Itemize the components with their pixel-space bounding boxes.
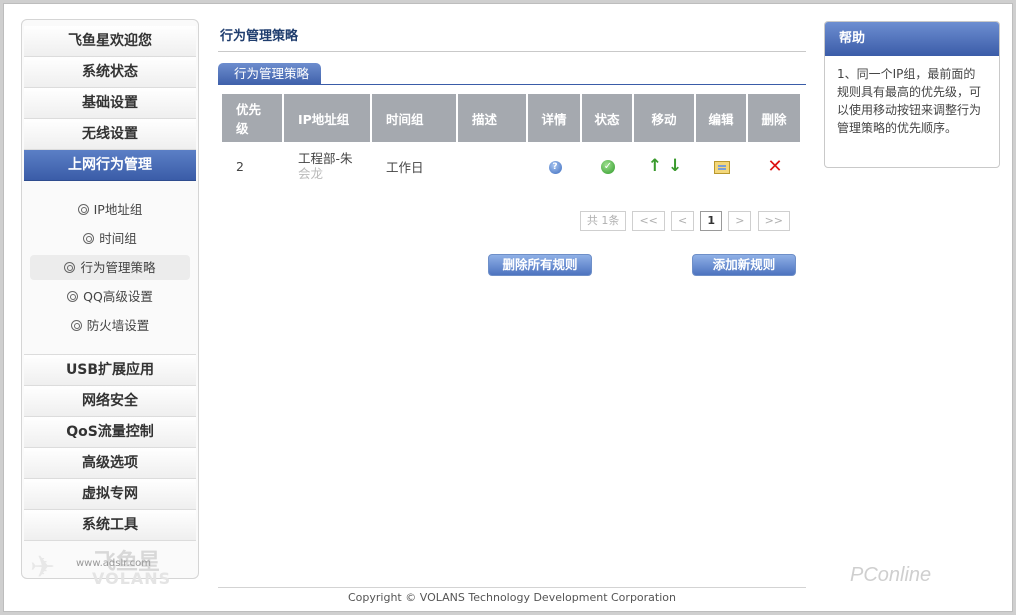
table-header-row: 优先级 IP地址组 时间组 描述 详情 状态 移动 编辑 删除 <box>222 94 802 142</box>
router-admin-window: 飞鱼星欢迎您 系统状态 基础设置 无线设置 上网行为管理 IP地址组 时间组 行… <box>3 3 1013 612</box>
menu-advanced[interactable]: 高级选项 <box>24 448 196 479</box>
policy-table: 优先级 IP地址组 时间组 描述 详情 状态 移动 编辑 删除 2 工程部-朱 … <box>222 94 802 190</box>
sidebar: 飞鱼星欢迎您 系统状态 基础设置 无线设置 上网行为管理 IP地址组 时间组 行… <box>21 19 199 579</box>
pager-first-button[interactable]: << <box>632 211 665 231</box>
col-delete: 删除 <box>748 94 802 142</box>
table-row: 2 工程部-朱 会龙 工作日 ? ✓ ↑ ↓ ✕ <box>222 142 802 190</box>
info-icon[interactable]: ? <box>548 160 562 174</box>
col-ip-group: IP地址组 <box>284 94 372 142</box>
cell-ip-group: 工程部-朱 会龙 <box>284 142 372 190</box>
tab-behavior-policy[interactable]: 行为管理策略 <box>218 63 322 85</box>
edit-icon[interactable] <box>714 160 730 174</box>
menu-system-tools[interactable]: 系统工具 <box>24 510 196 541</box>
submenu-label: 防火墙设置 <box>86 318 150 333</box>
cell-status: ✓ <box>582 142 634 190</box>
col-edit: 编辑 <box>696 94 748 142</box>
cell-edit <box>696 142 748 190</box>
bullet-icon <box>67 291 79 302</box>
submenu-time-group[interactable]: 时间组 <box>30 226 190 251</box>
col-details: 详情 <box>528 94 582 142</box>
menu-vpn[interactable]: 虚拟专网 <box>24 479 196 510</box>
cell-time-group: 工作日 <box>372 142 458 190</box>
cell-details: ? <box>528 142 582 190</box>
ip-group-name-cont: 会龙 <box>298 166 324 181</box>
bullet-icon <box>83 233 95 244</box>
move-down-icon[interactable]: ↓ <box>668 156 682 176</box>
submenu-ip-group[interactable]: IP地址组 <box>30 197 190 222</box>
move-up-icon[interactable]: ↑ <box>648 156 662 176</box>
col-status: 状态 <box>582 94 634 142</box>
col-time-group: 时间组 <box>372 94 458 142</box>
ip-group-name: 工程部-朱 <box>298 151 353 166</box>
add-rule-button[interactable]: 添加新规则 <box>692 254 796 276</box>
watermark: PConline <box>850 564 932 586</box>
delete-icon[interactable]: ✕ <box>767 156 782 177</box>
pager-total: 共 1条 <box>579 211 627 231</box>
footer-copyright: Copyright © VOLANS Technology Developmen… <box>218 587 806 604</box>
cell-delete: ✕ <box>748 142 802 190</box>
delete-all-rules-button[interactable]: 删除所有规则 <box>488 254 592 276</box>
pagination: 共 1条 << < 1 > >> <box>578 211 790 231</box>
submenu-label: 时间组 <box>99 231 137 246</box>
main-content: 行为管理策略 行为管理策略 优先级 IP地址组 时间组 描述 详情 状态 移动 … <box>218 24 806 564</box>
help-text: 1、同一个IP组，最前面的规则具有最高的优先级，可以使用移动按钮来调整行为管理策… <box>837 67 982 135</box>
help-panel: 帮助 1、同一个IP组，最前面的规则具有最高的优先级，可以使用移动按钮来调整行为… <box>824 21 1000 168</box>
menu-behavior-management[interactable]: 上网行为管理 <box>24 150 196 181</box>
tab-bar: 行为管理策略 <box>218 63 806 85</box>
cell-move: ↑ ↓ <box>634 142 696 190</box>
pager-prev-button[interactable]: < <box>671 211 695 231</box>
pager-current-page[interactable]: 1 <box>700 211 723 231</box>
logo-sub: VOLANS <box>92 569 172 588</box>
cell-description <box>458 142 528 190</box>
bullet-icon <box>64 262 76 273</box>
menu-wireless-settings[interactable]: 无线设置 <box>24 119 196 150</box>
submenu-label: 行为管理策略 <box>80 260 156 275</box>
enabled-check-icon[interactable]: ✓ <box>601 159 615 174</box>
help-title: 帮助 <box>825 22 999 56</box>
submenu-label: IP地址组 <box>93 202 143 217</box>
fish-logo-icon: ✈ <box>30 550 56 585</box>
submenu-behavior-policy[interactable]: 行为管理策略 <box>30 255 190 280</box>
menu-welcome[interactable]: 飞鱼星欢迎您 <box>24 26 196 57</box>
pager-next-button[interactable]: > <box>728 211 752 231</box>
behavior-submenu: IP地址组 时间组 行为管理策略 QQ高级设置 防火墙设置 <box>24 181 196 355</box>
submenu-firewall[interactable]: 防火墙设置 <box>30 313 190 338</box>
bullet-icon <box>70 320 82 331</box>
volans-logo: ✈ 飞鱼星 www.adslr.com VOLANS <box>26 544 186 592</box>
col-priority: 优先级 <box>222 94 284 142</box>
col-description: 描述 <box>458 94 528 142</box>
menu-system-status[interactable]: 系统状态 <box>24 57 196 88</box>
submenu-label: QQ高级设置 <box>83 289 153 304</box>
menu-qos[interactable]: QoS流量控制 <box>24 417 196 448</box>
bullet-icon <box>77 204 89 215</box>
page-title: 行为管理策略 <box>218 24 806 52</box>
pager-last-button[interactable]: >> <box>757 211 790 231</box>
col-move: 移动 <box>634 94 696 142</box>
menu-network-security[interactable]: 网络安全 <box>24 386 196 417</box>
logo-url: www.adslr.com <box>76 558 151 569</box>
submenu-qq-advanced[interactable]: QQ高级设置 <box>30 284 190 309</box>
menu-basic-settings[interactable]: 基础设置 <box>24 88 196 119</box>
cell-priority: 2 <box>222 142 284 190</box>
menu-usb-apps[interactable]: USB扩展应用 <box>24 355 196 386</box>
